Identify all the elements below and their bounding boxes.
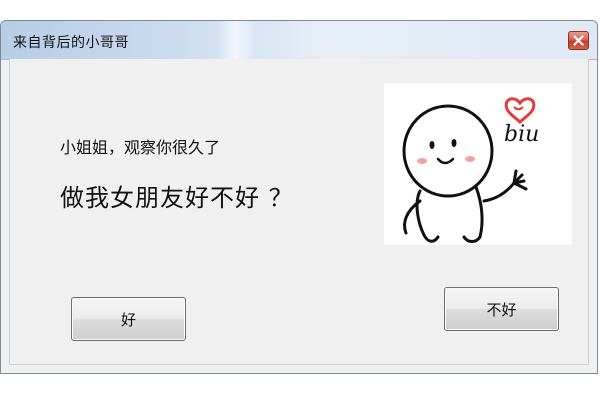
message-line-2: 做我女朋友好不好 ？ [60,184,294,212]
no-button[interactable]: 不好 [444,287,559,331]
dialog-content: 小姐姐，观察你很久了 做我女朋友好不好 ？ biu 好 不好 [9,59,589,365]
stick-figure-illustration: biu [402,97,539,243]
biu-caption: biu [504,122,539,147]
heart-icon [504,97,536,125]
no-button-label: 不好 [486,300,517,319]
close-icon [573,35,584,46]
screenshot-stage: 来自背后的小哥哥 小姐姐，观察你很久了 做我女朋友好不好 ？ biu 好 不好 [0,0,600,400]
yes-button[interactable]: 好 [71,297,186,341]
close-button[interactable] [568,31,589,50]
window-title: 来自背后的小哥哥 [13,35,129,51]
title-bar-highlight [216,21,256,59]
dialog-window: 来自背后的小哥哥 小姐姐，观察你很久了 做我女朋友好不好 ？ biu 好 不好 [0,20,598,374]
yes-button-label: 好 [120,310,136,329]
title-bar[interactable]: 来自背后的小哥哥 [1,21,597,60]
message-line-1: 小姐姐，观察你很久了 [60,138,221,157]
meme-image: biu [384,83,572,245]
